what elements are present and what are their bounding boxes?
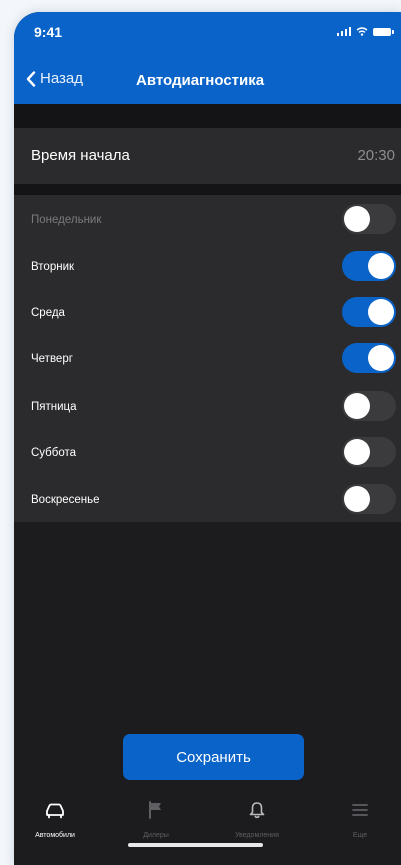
day-row-monday: Понедельник <box>14 201 401 243</box>
day-row-thursday: Четверг <box>14 340 401 382</box>
day-label: Суббота <box>31 447 77 459</box>
save-button[interactable]: Сохранить <box>123 734 304 780</box>
day-label: Воскресенье <box>31 494 100 506</box>
back-label: Назад <box>40 70 83 87</box>
tab-cars[interactable]: Автомобили <box>20 798 90 839</box>
day-row-tuesday: Вторник <box>14 248 401 290</box>
start-time-value: 20:30 <box>357 147 395 164</box>
day-row-friday: Пятница <box>14 388 401 430</box>
toggle-knob <box>344 439 370 465</box>
day-label: Вторник <box>31 261 75 273</box>
day-toggle-wednesday[interactable] <box>342 297 396 327</box>
car-icon <box>46 803 64 819</box>
menu-icon <box>352 804 368 816</box>
page-title: Автодиагностика <box>136 72 265 89</box>
day-row-saturday: Суббота <box>14 434 401 476</box>
start-time-label: Время начала <box>31 147 130 164</box>
tab-label: Автомобили <box>35 832 75 839</box>
toggle-knob <box>368 299 394 325</box>
tab-label: Уведомления <box>235 832 279 839</box>
day-toggle-monday[interactable] <box>342 204 396 234</box>
back-button[interactable]: Назад <box>26 70 83 87</box>
tab-bar: Автомобили Дилеры Уведомления Еще <box>14 786 401 865</box>
day-toggle-tuesday[interactable] <box>342 251 396 281</box>
wifi-icon <box>356 27 368 36</box>
day-toggle-sunday[interactable] <box>342 484 396 514</box>
tab-dealers[interactable]: Дилеры <box>121 798 191 839</box>
tab-more[interactable]: Еще <box>325 798 395 839</box>
toggle-knob <box>368 253 394 279</box>
tab-notifications[interactable]: Уведомления <box>222 798 292 839</box>
home-indicator <box>128 843 263 847</box>
days-list: Понедельник Вторник Среда Четверг Пятниц… <box>14 195 401 522</box>
phone-screen: 9:41 Назад Автодиагностика Время начала … <box>14 12 401 865</box>
day-label: Среда <box>31 307 65 319</box>
day-row-wednesday: Среда <box>14 294 401 336</box>
day-toggle-saturday[interactable] <box>342 437 396 467</box>
toggle-knob <box>344 206 370 232</box>
battery-icon <box>373 27 394 36</box>
bell-icon <box>249 802 265 819</box>
section-spacer <box>14 104 401 128</box>
signal-icon <box>336 27 351 36</box>
day-toggle-friday[interactable] <box>342 391 396 421</box>
day-label: Пятница <box>31 401 77 413</box>
navigation-bar: 9:41 Назад Автодиагностика <box>14 12 401 104</box>
toggle-knob <box>344 486 370 512</box>
status-icons <box>336 27 394 36</box>
status-time: 9:41 <box>34 24 63 40</box>
toggle-knob <box>344 393 370 419</box>
chevron-left-icon <box>26 70 36 87</box>
toggle-knob <box>368 345 394 371</box>
start-time-row[interactable]: Время начала 20:30 <box>14 128 401 184</box>
day-label: Четверг <box>31 353 73 365</box>
day-toggle-thursday[interactable] <box>342 343 396 373</box>
tab-label: Еще <box>352 832 368 839</box>
flag-icon <box>149 801 161 819</box>
tab-label: Дилеры <box>143 832 169 839</box>
day-row-sunday: Воскресенье <box>14 481 401 523</box>
day-label: Понедельник <box>31 214 102 226</box>
section-spacer <box>14 184 401 195</box>
